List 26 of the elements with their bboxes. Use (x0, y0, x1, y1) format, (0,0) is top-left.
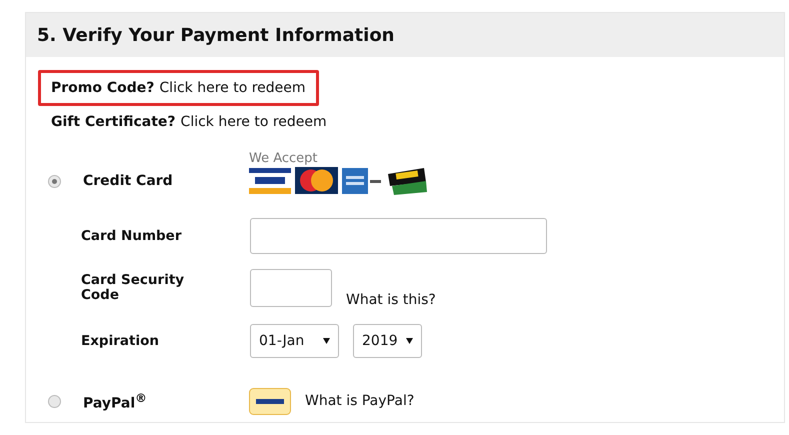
card-number-field[interactable] (250, 218, 547, 254)
caret-icon (323, 338, 330, 344)
radio-button[interactable] (48, 394, 61, 408)
radio-button[interactable] (48, 174, 61, 188)
caret-icon (406, 338, 413, 344)
redeem-link[interactable]: Click here to redeem (159, 80, 306, 96)
field-label: Card Number (81, 228, 182, 244)
field-label: Expiration (81, 334, 160, 348)
card-logo-icon (386, 166, 428, 196)
security-help-link[interactable]: What is this? (346, 292, 436, 308)
method-label: Credit Card (83, 173, 174, 189)
card-logo-icon (342, 168, 382, 194)
we-accept-label: We Accept (249, 150, 319, 166)
month-select[interactable]: 01-Jan (250, 324, 339, 358)
field-label: Card Security Code (81, 273, 186, 303)
security-code-field[interactable] (250, 269, 332, 307)
paypal-help-link[interactable]: What is PayPal? (305, 393, 414, 409)
paypal-logo-icon (249, 388, 291, 414)
redeem-link[interactable]: Click here to redeem (180, 114, 327, 130)
section-title: 5. Verify Your Payment Information (26, 13, 784, 57)
redeem-prompt: Promo Code? (51, 80, 154, 96)
year-select[interactable]: 2019 (353, 324, 422, 358)
redeem-prompt: Gift Certificate? (51, 114, 176, 130)
card-logo-icon (249, 168, 291, 194)
method-label: PayPal$^{®}$ (83, 390, 148, 412)
card-logo-icon (295, 167, 338, 194)
